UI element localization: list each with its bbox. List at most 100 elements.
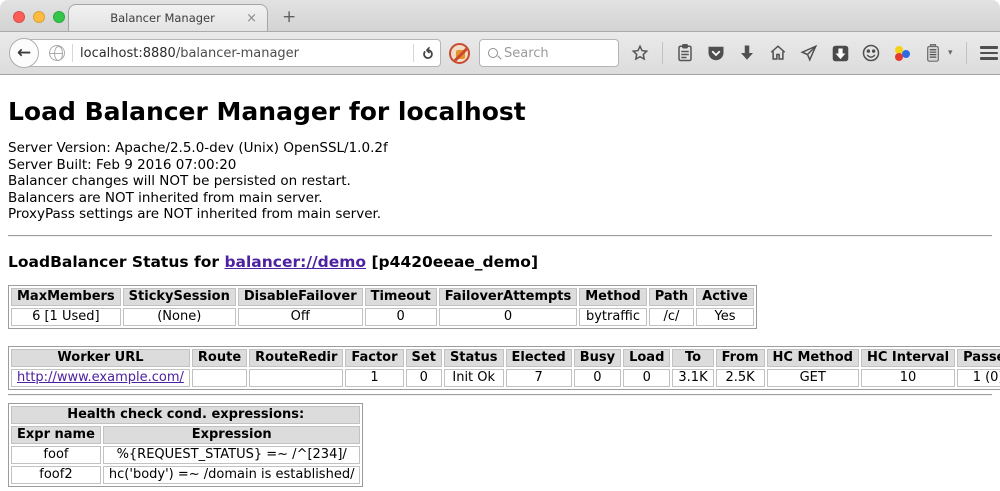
expr-name-cell: foof2 [11,466,101,484]
tab-bar: Balancer Manager × + [0,0,1000,32]
column-header: Timeout [365,288,437,306]
bookmark-star-icon[interactable] [631,44,649,62]
home-icon[interactable] [769,44,787,62]
table-cell: 0 [406,369,442,387]
browser-tab[interactable]: Balancer Manager × [68,4,268,31]
column-header: Route [192,349,247,367]
table-cell: 7 [506,369,572,387]
url-bar-group: ← localhost:8880/balancer-manager ⟳ [9,38,441,68]
status-heading-suffix: [p4420eeae_demo] [366,253,538,271]
download-extension-icon[interactable] [831,44,849,62]
column-header: Passes [957,349,1000,367]
column-header: FailoverAttempts [439,288,578,306]
table-cell: Yes [696,308,754,326]
urlbar-divider [72,44,73,62]
url-bar[interactable]: localhost:8880/balancer-manager ⟳ [24,39,441,67]
worker-table: Worker URL Route RouteRedir Factor Set S… [8,346,1000,390]
table-cell: /c/ [649,308,694,326]
toolbar-divider [662,42,663,64]
table-row: http://www.example.com/ 1 0 Init Ok 7 0 … [11,369,1000,387]
reading-list-icon[interactable] [676,44,694,62]
page-content: Load Balancer Manager for localhost Serv… [0,97,1000,491]
urlbar-divider [413,44,414,62]
expr-name-cell: foof [11,446,101,464]
column-header: Worker URL [11,349,190,367]
table-cell: GET [767,369,859,387]
minimize-window-button[interactable] [33,11,45,23]
search-placeholder: Search [504,46,549,61]
server-info-line: Balancers are NOT inherited from main se… [8,190,992,207]
page-title: Load Balancer Manager for localhost [8,97,992,126]
section-divider [8,235,992,237]
worker-url-link[interactable]: http://www.example.com/ [17,370,184,385]
expression-cell: hc('body') =~ /domain is established/ [103,466,361,484]
table-cell: 6 [1 Used] [11,308,121,326]
url-domain: localhost:8880 [80,46,176,61]
balancer-link[interactable]: balancer://demo [224,253,366,271]
back-button[interactable]: ← [9,38,39,68]
column-header: Path [649,288,694,306]
column-header: Active [696,288,754,306]
toolbar-divider [966,42,967,64]
tab-close-icon[interactable]: × [246,12,257,25]
balancer-settings-table: MaxMembers StickySession DisableFailover… [8,285,757,329]
search-bar[interactable]: Search [479,39,619,67]
pocket-icon[interactable] [707,44,725,62]
server-info-line: ProxyPass settings are NOT inherited fro… [8,206,992,223]
new-tab-button[interactable]: + [282,7,296,27]
column-header: HC Method [767,349,859,367]
expression-cell: %{REQUEST_STATUS} =~ /^[234]/ [103,446,361,464]
send-plane-icon[interactable] [800,44,818,62]
column-header: Load [623,349,670,367]
column-header: StickySession [123,288,236,306]
url-text[interactable]: localhost:8880/balancer-manager [80,46,406,61]
worker-url-cell: http://www.example.com/ [11,369,190,387]
close-window-button[interactable] [13,11,25,23]
table-cell: 10 [861,369,955,387]
column-header: MaxMembers [11,288,121,306]
balancer-status-heading: LoadBalancer Status for balancer://demo … [8,253,992,271]
status-heading-prefix: LoadBalancer Status for [8,253,224,271]
zoom-window-button[interactable] [53,11,65,23]
dropdown-caret-icon[interactable]: ▾ [948,48,953,58]
toolbar-icons: ▾ [631,42,1000,64]
table-caption-row: Health check cond. expressions: [11,406,360,424]
table-header-row: Worker URL Route RouteRedir Factor Set S… [11,349,1000,367]
column-header: HC Interval [861,349,955,367]
downloads-icon[interactable] [738,44,756,62]
table-row: 6 [1 Used] (None) Off 0 0 bytraffic /c/ … [11,308,754,326]
table-cell: 2.5K [716,369,765,387]
column-header: Method [579,288,646,306]
table-cell [249,369,343,387]
server-info: Server Version: Apache/2.5.0-dev (Unix) … [8,140,992,223]
table-cell: bytraffic [579,308,646,326]
smiley-icon[interactable] [862,44,880,62]
table-cell: 1 (0) [957,369,1000,387]
blocked-plugin-icon[interactable] [449,43,470,64]
blocked-plugin-slash [450,44,470,63]
column-header: Busy [574,349,621,367]
table-cell: 0 [574,369,621,387]
colored-dots-extension-icon[interactable] [893,44,911,62]
table-header-row: Expr name Expression [11,426,360,444]
table-row: foof %{REQUEST_STATUS} =~ /^[234]/ [11,446,360,464]
tab-title: Balancer Manager [79,11,246,25]
table-cell: Init Ok [444,369,504,387]
column-header: Expr name [11,426,101,444]
menu-hamburger-icon[interactable] [980,46,998,60]
battery-widget-icon[interactable] [924,44,942,62]
table-header-row: MaxMembers StickySession DisableFailover… [11,288,754,306]
browser-window: Balancer Manager × + ← localhost:8880/ba… [0,0,1000,491]
table-cell [192,369,247,387]
window-controls [13,11,65,23]
column-header: Set [406,349,442,367]
column-header: Status [444,349,504,367]
search-icon [488,48,498,58]
server-info-line: Balancer changes will NOT be persisted o… [8,173,992,190]
reload-icon[interactable]: ⟳ [419,47,437,60]
server-info-line: Server Built: Feb 9 2016 07:00:20 [8,157,992,174]
table-cell: Off [238,308,363,326]
table-cell: (None) [123,308,236,326]
site-identity-globe-icon[interactable] [49,45,65,61]
column-header: Expression [103,426,361,444]
